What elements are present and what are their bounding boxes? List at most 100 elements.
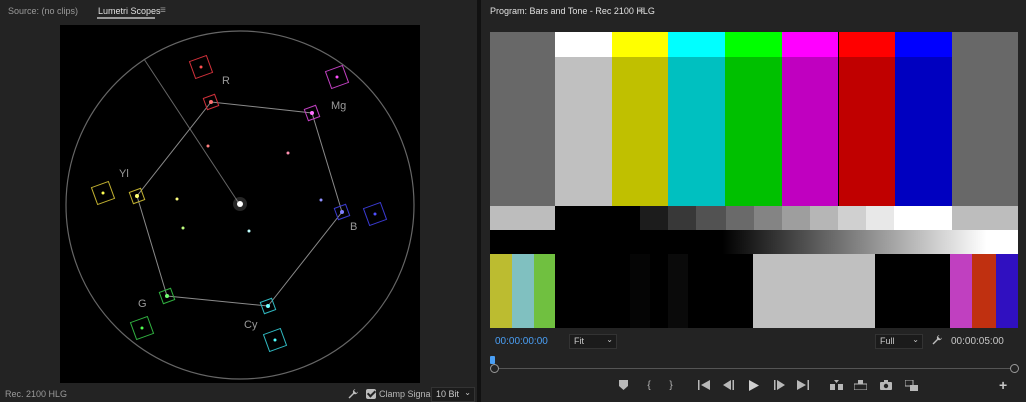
overwrite-button[interactable] [851,376,869,394]
step-back-icon [722,380,734,390]
bit-depth-select[interactable]: 10 Bit ⌄ [431,387,475,402]
comparison-view-button[interactable] [902,376,920,394]
vectorscope-graph: R Mg B Cy G Yl [65,30,415,380]
center-glow [233,197,247,211]
bottom-gray [753,254,875,328]
insert-icon [829,380,843,390]
tab-lumetri-scopes[interactable]: Lumetri Scopes [98,6,161,16]
right-tab-bar: Program: Bars and Tone - Rec 2100 HLG ≡ [481,0,1026,20]
left-gray-bar [490,32,555,206]
playhead-marker[interactable] [490,356,495,364]
pluge-1 [630,254,650,328]
mg-label: Mg [331,100,346,112]
go-to-out-button[interactable] [794,376,812,394]
panel-menu-icon[interactable]: ≡ [160,5,166,16]
scope-status-bar: Rec. 2100 HLG Clamp Signal 10 Bit ⌄ [0,386,477,402]
go-to-out-icon [797,380,809,390]
top-bar-5 [838,32,896,57]
clamp-signal-checkbox[interactable] [366,389,376,399]
ruler-track [494,368,1014,369]
play-icon [749,379,759,391]
zoom-select[interactable]: Fit ⌄ [569,334,617,349]
main-bar-0 [555,57,612,206]
insert-button[interactable] [827,376,845,394]
top-bar-3 [725,32,782,57]
bottom-red [972,254,996,328]
inner-dot-2 [286,151,290,155]
chevron-down-icon: ⌄ [464,388,471,397]
tab-program[interactable]: Program: Bars and Tone - Rec 2100 HLG [490,6,655,16]
mark-out-button[interactable]: } [662,376,680,394]
bottom-cyan [512,254,534,328]
step-forward-button[interactable] [770,376,788,394]
r-signal-dot [209,100,213,104]
b-signal-dot [340,210,344,214]
r-label: R [222,75,230,87]
right-gray-bar [952,32,1018,206]
go-to-in-icon [698,380,710,390]
tab-source[interactable]: Source: (no clips) [8,6,78,16]
compare-icon [904,379,918,391]
step-right-gray [952,206,1018,230]
duration-timecode: 00:00:05:00 [951,336,1004,347]
bottom-blue [996,254,1018,328]
step-4 [726,206,754,230]
bottom-black-1 [555,254,630,328]
step-3 [696,206,726,230]
program-menu-icon[interactable]: ≡ [638,5,644,16]
step-6 [782,206,810,230]
wrench-icon[interactable] [931,334,943,346]
b-outer-dot [373,212,377,216]
resolution-value: Full [880,336,895,346]
mg-signal-dot [310,111,314,115]
resolution-select[interactable]: Full ⌄ [875,334,923,349]
mark-out-icon: } [669,379,673,391]
play-button[interactable] [745,376,763,394]
main-bar-4 [781,57,839,206]
main-bar-3 [725,57,782,206]
left-tab-bar: Source: (no clips) Lumetri Scopes ≡ [0,0,477,20]
step-2 [668,206,696,230]
g-label: G [138,298,147,310]
transport-controls: { } [481,376,1026,396]
mark-in-button[interactable]: { [640,376,658,394]
program-monitor-panel: Program: Bars and Tone - Rec 2100 HLG ≡ [481,0,1026,402]
zoom-value: Fit [574,336,584,346]
cy-signal-dot [266,304,270,308]
main-bar-2 [668,57,726,206]
step-left-gray [490,206,555,230]
top-bar-6 [895,32,952,57]
add-button-icon[interactable]: + [999,377,1007,393]
chevron-down-icon: ⌄ [912,335,919,344]
step-7 [810,206,838,230]
program-video-frame[interactable] [490,32,1018,328]
active-tab-indicator [97,17,155,19]
camera-icon [880,380,892,390]
go-to-in-button[interactable] [695,376,713,394]
clamp-signal-label: Clamp Signal [379,389,433,399]
top-bar-4 [781,32,839,57]
step-5 [754,206,782,230]
step-black [555,206,640,230]
bit-depth-value: 10 Bit [436,389,460,399]
lumetri-scopes-panel: Source: (no clips) Lumetri Scopes ≡ R Mg… [0,0,477,402]
wrench-icon[interactable] [347,388,359,400]
step-back-button[interactable] [719,376,737,394]
export-frame-button[interactable] [877,376,895,394]
step-forward-icon [773,380,785,390]
bottom-green [534,254,555,328]
mark-in-icon: { [647,379,651,391]
timeline-ruler[interactable] [490,352,1020,374]
in-point-handle[interactable] [490,364,499,373]
b-label: B [350,221,357,233]
bottom-magenta [950,254,972,328]
add-marker-button[interactable] [614,376,632,394]
out-point-handle[interactable] [1010,364,1019,373]
top-bar-2 [668,32,726,57]
step-9 [866,206,894,230]
step-1 [640,206,668,230]
g-outer-dot [140,326,144,330]
step-white [894,206,952,230]
playhead-timecode[interactable]: 00:00:00:00 [495,336,548,347]
bottom-yellow [490,254,512,328]
